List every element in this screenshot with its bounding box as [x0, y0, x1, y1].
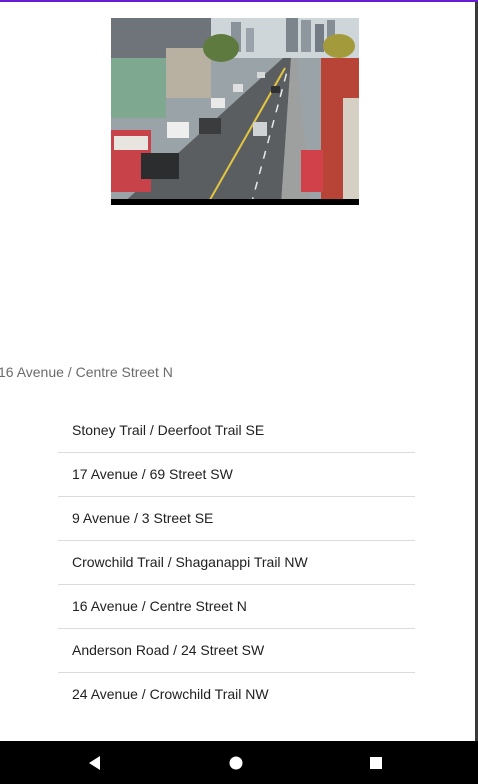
home-icon — [229, 756, 243, 769]
list-item[interactable]: 16 Avenue / Centre Street N — [58, 585, 415, 629]
list-item[interactable]: Anderson Road / 24 Street SW — [58, 629, 415, 673]
selected-camera-label: 16 Avenue / Centre Street N — [0, 364, 173, 380]
list-item[interactable]: 9 Avenue / 3 Street SE — [58, 497, 415, 541]
list-item[interactable]: Crowchild Trail / Shaganappi Trail NW — [58, 541, 415, 585]
back-icon — [89, 755, 100, 770]
list-item[interactable]: 17 Avenue / 69 Street SW — [58, 453, 415, 497]
list-item[interactable]: 24 Avenue / Crowchild Trail NW — [58, 673, 415, 716]
navigation-bar — [0, 741, 478, 784]
list-item[interactable]: Stoney Trail / Deerfoot Trail SE — [58, 409, 415, 453]
recents-icon — [370, 756, 382, 769]
status-accent-bar — [0, 0, 478, 2]
back-button[interactable] — [71, 741, 119, 784]
recents-button[interactable] — [352, 741, 400, 784]
home-button[interactable] — [212, 741, 260, 784]
camera-scene — [111, 18, 359, 205]
traffic-camera-image — [111, 18, 359, 205]
camera-list: Stoney Trail / Deerfoot Trail SE 17 Aven… — [58, 409, 415, 716]
